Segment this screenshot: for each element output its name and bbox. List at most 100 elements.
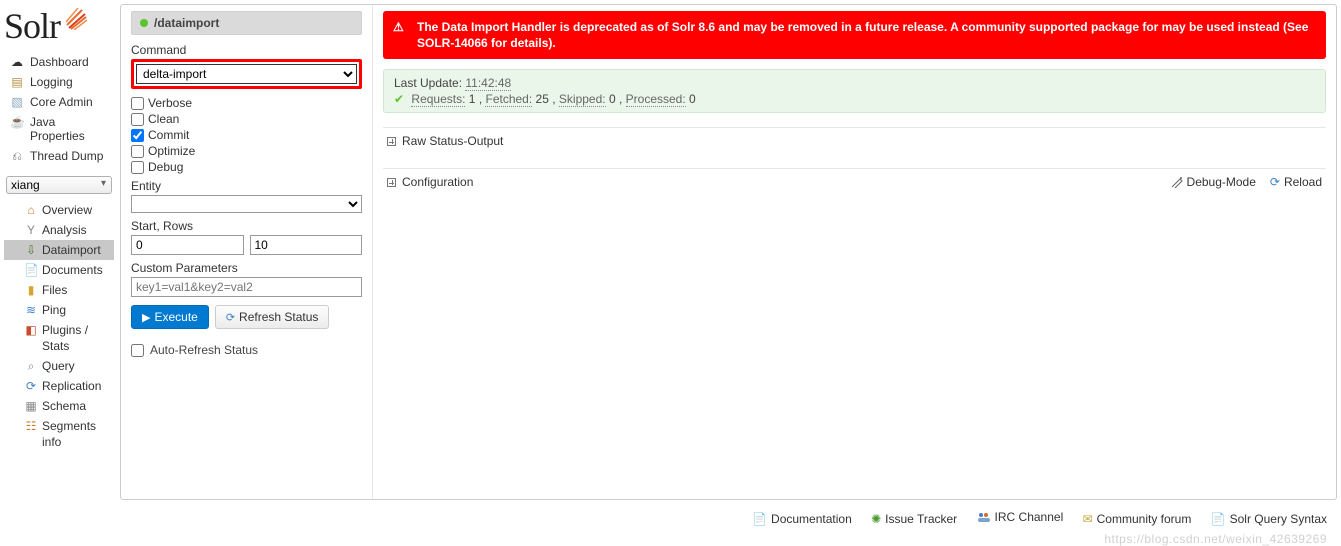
commit-checkbox[interactable] [131, 129, 144, 142]
folder-icon: ▮ [24, 282, 38, 298]
subnav-overview[interactable]: ⌂ Overview [4, 200, 114, 220]
check-icon: ✔ [394, 92, 404, 106]
processed-label: Processed: [626, 92, 686, 107]
reload-icon: ⟳ [1270, 175, 1280, 189]
play-icon: ▶ [142, 311, 150, 324]
page-icon: 📄 [1211, 512, 1226, 526]
nav-dashboard[interactable]: ☁ Dashboard [4, 52, 114, 72]
segments-icon: ☷ [24, 418, 38, 434]
subnav-schema[interactable]: ▦ Schema [4, 396, 114, 416]
subnav-dataimport[interactable]: ⇩ Dataimport [4, 240, 114, 260]
nav-label: Java Properties [30, 115, 108, 143]
subnav-documents[interactable]: 📄 Documents [4, 260, 114, 280]
log-icon: ▤ [10, 75, 24, 89]
last-update-label: Last Update: [394, 76, 462, 90]
configuration-label: Configuration [402, 175, 473, 189]
deprecation-alert: ⚠ The Data Import Handler is deprecated … [383, 11, 1326, 59]
replication-icon: ⟳ [24, 378, 38, 394]
subnav-replication[interactable]: ⟳ Replication [4, 376, 114, 396]
refresh-status-button[interactable]: ⟳ Refresh Status [215, 305, 330, 329]
ping-icon: ≋ [24, 302, 38, 318]
footer-issue-tracker[interactable]: ✺ Issue Tracker [871, 512, 957, 526]
schema-icon: ▦ [24, 398, 38, 414]
entity-label: Entity [131, 179, 362, 193]
plugin-icon: ◧ [24, 322, 38, 338]
subnav-segments[interactable]: ☷ Segments info [4, 416, 114, 452]
footer-community-forum[interactable]: ✉ Community forum [1083, 512, 1192, 526]
commit-label: Commit [148, 128, 189, 142]
auto-refresh-label: Auto-Refresh Status [150, 343, 258, 357]
optimize-label: Optimize [148, 144, 195, 158]
mail-icon: ✉ [1083, 512, 1093, 526]
requests-label: Requests: [411, 92, 465, 107]
footer-links: 📄 Documentation ✺ Issue Tracker IRC Chan… [0, 500, 1341, 532]
nav-label: Thread Dump [30, 149, 108, 163]
processed-value: 0 [689, 92, 696, 106]
debug-mode-toggle[interactable]: Debug-Mode [1171, 175, 1256, 189]
subnav-ping[interactable]: ≋ Ping [4, 300, 114, 320]
expand-icon [387, 178, 396, 187]
status-box: Last Update: 11:42:48 ✔ Requests: 1 , Fe… [383, 69, 1326, 113]
fetched-label: Fetched: [485, 92, 532, 107]
wand-icon [1171, 176, 1183, 188]
debug-checkbox[interactable] [131, 161, 144, 174]
cloud-icon: ☁ [10, 55, 24, 69]
fan-icon [65, 8, 87, 30]
nav-core-admin[interactable]: ▧ Core Admin [4, 92, 114, 112]
core-selector[interactable]: xiang [6, 176, 112, 194]
command-select-highlight: delta-import [131, 59, 362, 89]
rows-input[interactable] [250, 235, 363, 255]
alert-text: The Data Import Handler is deprecated as… [417, 20, 1308, 50]
debug-label: Debug [148, 160, 183, 174]
command-label: Command [131, 43, 362, 57]
skipped-label: Skipped: [559, 92, 606, 107]
doc-icon: 📄 [752, 512, 767, 526]
refresh-icon: ⟳ [226, 311, 235, 324]
expand-icon [387, 137, 396, 146]
subnav-plugins[interactable]: ◧ Plugins / Stats [4, 320, 114, 356]
doc-icon: 📄 [24, 262, 38, 278]
nav-label: Logging [30, 75, 108, 89]
start-input[interactable] [131, 235, 244, 255]
clean-label: Clean [148, 112, 179, 126]
nav-label: Dashboard [30, 55, 108, 69]
footer-documentation[interactable]: 📄 Documentation [752, 512, 852, 526]
import-icon: ⇩ [24, 242, 38, 258]
configuration-expander[interactable]: Configuration Debug-Mode ⟳ Reload [383, 168, 1326, 195]
thread-icon: ⎌ [10, 149, 24, 163]
reload-button[interactable]: ⟳ Reload [1270, 175, 1322, 189]
raw-status-expander[interactable]: Raw Status-Output [383, 127, 1326, 154]
auto-refresh-checkbox[interactable] [131, 344, 144, 357]
nav-thread-dump[interactable]: ⎌ Thread Dump [4, 146, 114, 166]
skipped-value: 0 [609, 92, 616, 106]
entity-select[interactable] [131, 195, 362, 213]
properties-icon: ☕ [10, 115, 24, 129]
command-select[interactable]: delta-import [136, 64, 357, 84]
subnav-query[interactable]: ⌕ Query [4, 356, 114, 376]
optimize-checkbox[interactable] [131, 145, 144, 158]
watermark-text: https://blog.csdn.net/weixin_42639269 [0, 532, 1341, 546]
custom-params-label: Custom Parameters [131, 261, 362, 275]
startrows-label: Start, Rows [131, 219, 362, 233]
funnel-icon: Y [24, 222, 38, 238]
fetched-value: 25 [536, 92, 549, 106]
verbose-checkbox[interactable] [131, 97, 144, 110]
footer-query-syntax[interactable]: 📄 Solr Query Syntax [1211, 512, 1327, 526]
footer-irc[interactable]: IRC Channel [977, 510, 1064, 524]
panel-header: /dataimport [131, 11, 362, 35]
execute-button[interactable]: ▶ Execute [131, 305, 209, 329]
nav-logging[interactable]: ▤ Logging [4, 72, 114, 92]
stack-icon: ▧ [10, 95, 24, 109]
last-update-value: 11:42:48 [465, 76, 511, 91]
requests-value: 1 [469, 92, 476, 106]
home-icon: ⌂ [24, 202, 38, 218]
subnav-files[interactable]: ▮ Files [4, 280, 114, 300]
nav-java-properties[interactable]: ☕ Java Properties [4, 112, 114, 146]
clean-checkbox[interactable] [131, 113, 144, 126]
people-icon [977, 511, 991, 523]
custom-params-input[interactable] [131, 277, 362, 297]
subnav-analysis[interactable]: Y Analysis [4, 220, 114, 240]
solr-logo[interactable]: Solr [4, 4, 114, 52]
logo-text: Solr [4, 6, 60, 46]
verbose-label: Verbose [148, 96, 192, 110]
